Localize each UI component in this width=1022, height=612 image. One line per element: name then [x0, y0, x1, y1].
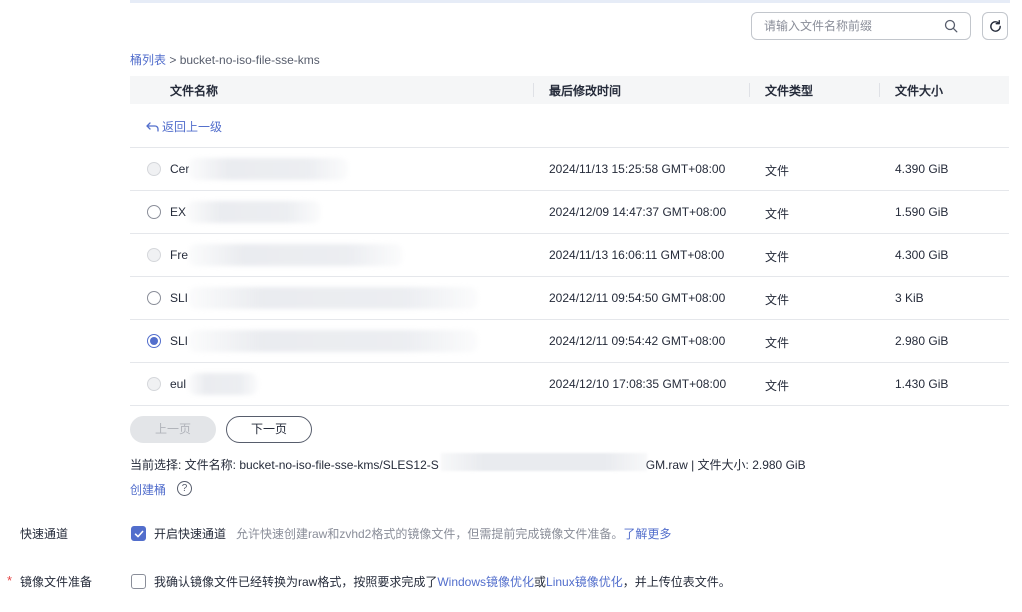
image-prep-text-mid: 或 — [534, 575, 547, 589]
windows-optimization-link[interactable]: Windows镜像优化 — [437, 575, 534, 589]
file-name: EX — [170, 205, 187, 219]
redaction-blur — [186, 201, 321, 223]
refresh-button[interactable] — [982, 12, 1008, 40]
table-row: eul 2024/12/10 17:08:35 GMT+08:00 文件 1.4… — [130, 363, 1009, 406]
fast-channel-checkbox-label[interactable]: 开启快速通道 — [154, 525, 226, 542]
required-mark: * — [7, 573, 13, 588]
back-to-parent-link[interactable]: 返回上一级 — [146, 118, 222, 135]
linux-optimization-link[interactable]: Linux镜像优化 — [546, 575, 623, 589]
file-type: 文件 — [765, 293, 790, 307]
image-prep-text-after: ，并上传位表文件。 — [622, 575, 731, 589]
create-bucket-link[interactable]: 创建桶 — [130, 481, 166, 498]
learn-more-link[interactable]: 了解更多 — [623, 527, 671, 541]
last-modified: 2024/12/09 14:47:37 GMT+08:00 — [549, 205, 727, 219]
file-name: Fre — [170, 248, 188, 262]
column-last-modified: 最后修改时间 — [549, 84, 622, 98]
file-size: 3 KiB — [895, 291, 924, 305]
file-name: SLI — [170, 291, 189, 305]
selection-prefix: 当前选择: 文件名称: bucket-no-iso-file-sse-kms/S… — [130, 458, 439, 472]
redaction-blur — [188, 373, 258, 395]
breadcrumb-current: bucket-no-iso-file-sse-kms — [179, 53, 320, 67]
file-type: 文件 — [765, 250, 790, 264]
last-modified: 2024/11/13 16:06:11 GMT+08:00 — [549, 248, 725, 262]
breadcrumb-separator: > — [166, 53, 180, 67]
row-radio[interactable] — [147, 291, 161, 305]
redaction-blur — [188, 158, 348, 180]
row-radio — [147, 162, 161, 176]
column-divider — [879, 83, 880, 97]
top-panel-edge — [130, 0, 1010, 3]
search-box[interactable] — [751, 12, 971, 40]
file-size: 2.980 GiB — [895, 334, 949, 348]
row-radio[interactable] — [147, 205, 161, 219]
search-input[interactable] — [764, 18, 939, 34]
fast-channel-hint: 允许快速创建raw和zvhd2格式的镜像文件，但需提前完成镜像文件准备。了解更多 — [236, 525, 671, 542]
prev-page-button: 上一页 — [130, 416, 216, 443]
breadcrumb: 桶列表 > bucket-no-iso-file-sse-kms — [130, 51, 320, 68]
redaction-blur — [188, 244, 403, 266]
column-file-type: 文件类型 — [765, 84, 814, 98]
column-file-size: 文件大小 — [895, 84, 944, 98]
fast-channel-hint-text: 允许快速创建raw和zvhd2格式的镜像文件，但需提前完成镜像文件准备。 — [236, 527, 624, 541]
help-icon[interactable]: ? — [177, 481, 192, 496]
file-name: eul — [170, 377, 187, 391]
image-prep-text-before: 我确认镜像文件已经转换为raw格式，按照要求完成了 — [154, 575, 438, 589]
file-type: 文件 — [765, 164, 790, 178]
table-row: Fre 2024/11/13 16:06:11 GMT+08:00 文件 4.3… — [130, 234, 1009, 277]
table-row: Cer 2024/11/13 15:25:58 GMT+08:00 文件 4.3… — [130, 148, 1009, 191]
last-modified: 2024/12/10 17:08:35 GMT+08:00 — [549, 377, 727, 391]
image-prep-label: 镜像文件准备 — [20, 575, 93, 589]
back-arrow-icon — [146, 121, 159, 132]
table-header: 文件名称 最后修改时间 文件类型 文件大小 — [130, 76, 1009, 104]
next-page-button[interactable]: 下一页 — [226, 416, 312, 443]
back-row: 返回上一级 — [130, 104, 1009, 148]
last-modified: 2024/11/13 15:25:58 GMT+08:00 — [549, 162, 726, 176]
breadcrumb-bucket-list[interactable]: 桶列表 — [130, 53, 166, 67]
file-name: SLI — [170, 334, 189, 348]
row-radio — [147, 377, 161, 391]
image-prep-checkbox[interactable] — [131, 574, 146, 589]
fast-channel-label: 快速通道 — [20, 527, 69, 541]
column-divider — [533, 83, 534, 97]
check-icon — [134, 530, 144, 538]
column-file-name: 文件名称 — [170, 84, 219, 98]
file-size: 1.590 GiB — [895, 205, 949, 219]
refresh-icon — [990, 19, 1001, 32]
row-radio — [147, 248, 161, 262]
image-prep-statement: 我确认镜像文件已经转换为raw格式，按照要求完成了Windows镜像优化或Lin… — [154, 573, 731, 590]
redaction-blur — [188, 330, 478, 352]
table-row: EX 2024/12/09 14:47:37 GMT+08:00 文件 1.59… — [130, 191, 1009, 234]
file-type: 文件 — [765, 336, 790, 350]
file-name: Cer — [170, 162, 190, 176]
selection-suffix: GM.raw | 文件大小: 2.980 GiB — [645, 458, 806, 472]
file-size: 4.390 GiB — [895, 162, 949, 176]
file-type: 文件 — [765, 379, 790, 393]
back-label: 返回上一级 — [162, 120, 223, 134]
file-size: 4.300 GiB — [895, 248, 949, 262]
redaction-blur — [188, 287, 478, 309]
table-row: SLI 2024/12/11 09:54:50 GMT+08:00 文件 3 K… — [130, 277, 1009, 320]
last-modified: 2024/12/11 09:54:42 GMT+08:00 — [549, 334, 726, 348]
fast-channel-checkbox[interactable] — [131, 526, 146, 541]
column-divider — [749, 83, 750, 97]
table-row: SLI 2024/12/11 09:54:42 GMT+08:00 文件 2.9… — [130, 320, 1009, 363]
last-modified: 2024/12/11 09:54:50 GMT+08:00 — [549, 291, 726, 305]
search-icon[interactable] — [944, 19, 958, 33]
row-radio-selected[interactable] — [147, 334, 161, 348]
file-type: 文件 — [765, 207, 790, 221]
redaction-blur — [441, 453, 647, 471]
file-size: 1.430 GiB — [895, 377, 949, 391]
